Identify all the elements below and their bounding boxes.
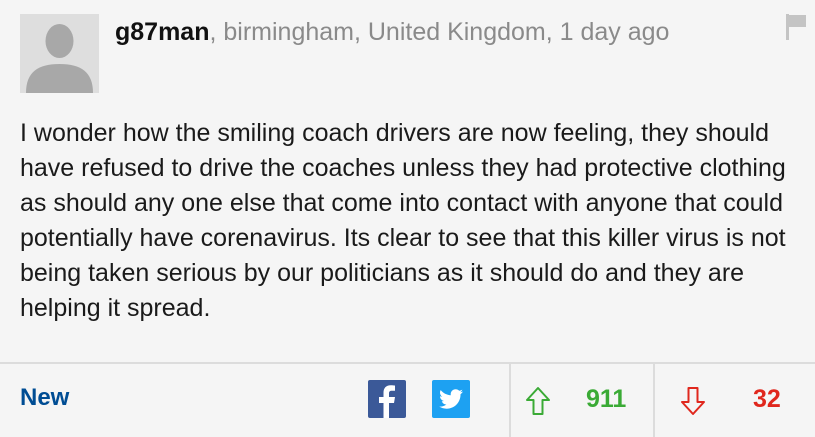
downvote-button[interactable]: 32: [655, 364, 815, 437]
location-and-time: , birmingham, United Kingdom, 1 day ago: [209, 18, 670, 46]
upvote-count: 911: [586, 385, 627, 413]
arrow-up-icon: [526, 387, 550, 415]
facebook-icon: [379, 385, 395, 418]
comment-meta: g87man, birmingham, United Kingdom, 1 da…: [115, 15, 669, 49]
username[interactable]: g87man: [115, 18, 209, 46]
comment-card: g87man, birmingham, United Kingdom, 1 da…: [0, 0, 815, 437]
downvote-count: 32: [753, 385, 781, 413]
facebook-share-button[interactable]: [368, 380, 406, 418]
twitter-share-button[interactable]: [432, 380, 470, 418]
arrow-down-icon: [681, 387, 705, 415]
twitter-icon: [439, 389, 463, 409]
comment-text: I wonder how the smiling coach drivers a…: [20, 119, 786, 322]
new-link[interactable]: New: [20, 384, 69, 412]
upvote-button[interactable]: 911: [511, 364, 653, 437]
flag-icon[interactable]: [785, 14, 807, 40]
avatar[interactable]: [20, 14, 99, 93]
comment-footer: New 911 32: [0, 364, 815, 437]
avatar-placeholder-icon: [20, 14, 99, 93]
